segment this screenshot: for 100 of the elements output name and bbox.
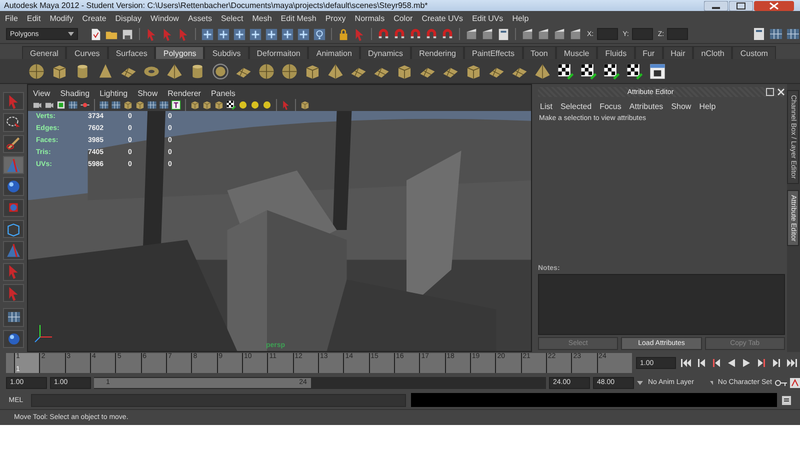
minimize-icon[interactable] [704,0,728,10]
panel-menu[interactable]: Focus [600,102,622,111]
panel-menu[interactable]: Show [671,102,692,111]
close-icon[interactable] [777,88,785,96]
clapboard-icon[interactable] [569,28,582,40]
shelf-tab[interactable]: PaintEffects [464,46,523,59]
shelf-tab[interactable]: Fur [634,46,663,59]
lasso-icon[interactable] [6,114,21,130]
shelf-tab[interactable]: Animation [308,46,360,59]
panel-menu[interactable]: Show [138,88,158,98]
light-icon[interactable] [80,100,90,110]
camera-icon[interactable] [32,100,42,110]
clapboard-icon[interactable] [481,28,494,40]
panel-menu[interactable]: Renderer [168,88,201,98]
shelf-tab[interactable]: Muscle [556,46,598,59]
menu-item[interactable]: Modify [50,14,74,22]
shelf-tab[interactable]: Surfaces [108,46,156,59]
shelf-tab[interactable]: Dynamics [360,46,412,59]
magnet-icon[interactable] [409,28,422,40]
step-icon[interactable] [695,358,708,368]
panel-menu[interactable]: Attributes [629,102,664,111]
shelf-tab[interactable]: Hair [662,46,694,59]
shelf-tab[interactable]: Curves [66,46,108,59]
step-icon[interactable] [710,358,723,368]
shelf-tab[interactable]: Polygons [155,46,204,59]
grid-icon[interactable] [769,27,783,41]
panel-menu[interactable]: View [33,88,50,98]
pyramid-icon[interactable] [327,62,344,80]
menu-item[interactable]: Edit [26,14,41,22]
checker-icon[interactable] [580,62,597,80]
sphere-icon[interactable] [281,62,298,80]
magnet-icon[interactable] [425,28,438,40]
snap-icon[interactable] [297,28,310,40]
grid-icon[interactable] [159,100,169,110]
close-icon[interactable] [754,0,794,10]
step-icon[interactable] [770,358,783,368]
panel-menu[interactable]: Shading [60,88,90,98]
step-icon[interactable] [755,358,768,368]
lock-icon[interactable] [337,28,350,40]
clapboard-icon[interactable] [465,28,478,40]
window-icon[interactable] [649,62,666,80]
panel-icon[interactable] [752,27,766,41]
panel-menu[interactable]: Selected [560,102,592,111]
save-icon[interactable] [121,28,134,40]
menu-item[interactable]: Proxy [325,14,346,22]
menu-item[interactable]: Mesh [252,14,272,22]
shelf-tab[interactable]: Toon [522,46,556,59]
page-icon[interactable] [89,28,102,40]
menu-item[interactable]: Create UVs [422,14,464,22]
shelf-tab[interactable]: Custom [732,46,776,59]
pyramid-icon[interactable] [534,62,551,80]
snap-icon[interactable] [201,28,214,40]
notes-field[interactable] [538,274,785,335]
menu-item[interactable]: Window [150,14,179,22]
pyramid-icon[interactable] [166,62,183,80]
ring-icon[interactable] [212,62,229,80]
snap-icon[interactable] [265,28,278,40]
clapboard-icon[interactable] [521,28,534,40]
checker-icon[interactable] [626,62,643,80]
checker-icon[interactable] [603,62,620,80]
clapboard-icon[interactable] [537,28,550,40]
film-icon[interactable] [56,100,66,110]
grid-icon[interactable] [111,100,121,110]
maximize-icon[interactable] [729,0,753,10]
menu-item[interactable]: Display [115,14,142,22]
cone-icon[interactable] [97,62,114,80]
skip-icon[interactable] [680,358,693,368]
panel-icon[interactable] [497,28,510,40]
panel-menu[interactable]: List [540,102,552,111]
sphere-icon[interactable] [28,62,45,80]
menu-item[interactable]: File [5,14,18,22]
coordinate-field[interactable] [667,28,688,40]
magnet-icon[interactable] [377,28,390,40]
panel-menu[interactable]: Help [699,102,716,111]
camera-icon[interactable] [44,100,54,110]
menu-item[interactable]: Assets [188,14,212,22]
shelf-tab[interactable]: nCloth [693,46,732,59]
panel-menu[interactable]: Lighting [100,88,128,98]
menu-item[interactable]: Edit UVs [472,14,504,22]
menu-item[interactable]: Normals [354,14,385,22]
menu-item[interactable]: Create [82,14,106,22]
menu-item[interactable]: Color [394,14,413,22]
shelf-tab[interactable]: Deformaiton [248,46,308,59]
magnet-icon[interactable] [393,28,406,40]
shelf-tab[interactable]: Rendering [411,46,464,59]
sphere-icon[interactable] [258,62,275,80]
preferences-icon[interactable] [790,378,800,388]
grid-icon[interactable] [6,310,20,324]
coordinate-field[interactable] [596,28,618,40]
snap-icon[interactable] [281,28,294,40]
magnet-icon[interactable] [441,28,454,40]
shelf-tab[interactable]: General [22,46,66,59]
menu-item[interactable]: Help [512,14,529,22]
command-field[interactable] [31,394,406,406]
script-editor-icon[interactable] [782,396,791,404]
coordinate-field[interactable] [632,28,653,40]
snap-icon[interactable] [217,28,230,40]
text-icon[interactable] [171,100,181,110]
grid-icon[interactable] [147,100,157,110]
menu-item[interactable]: Select [220,14,244,22]
